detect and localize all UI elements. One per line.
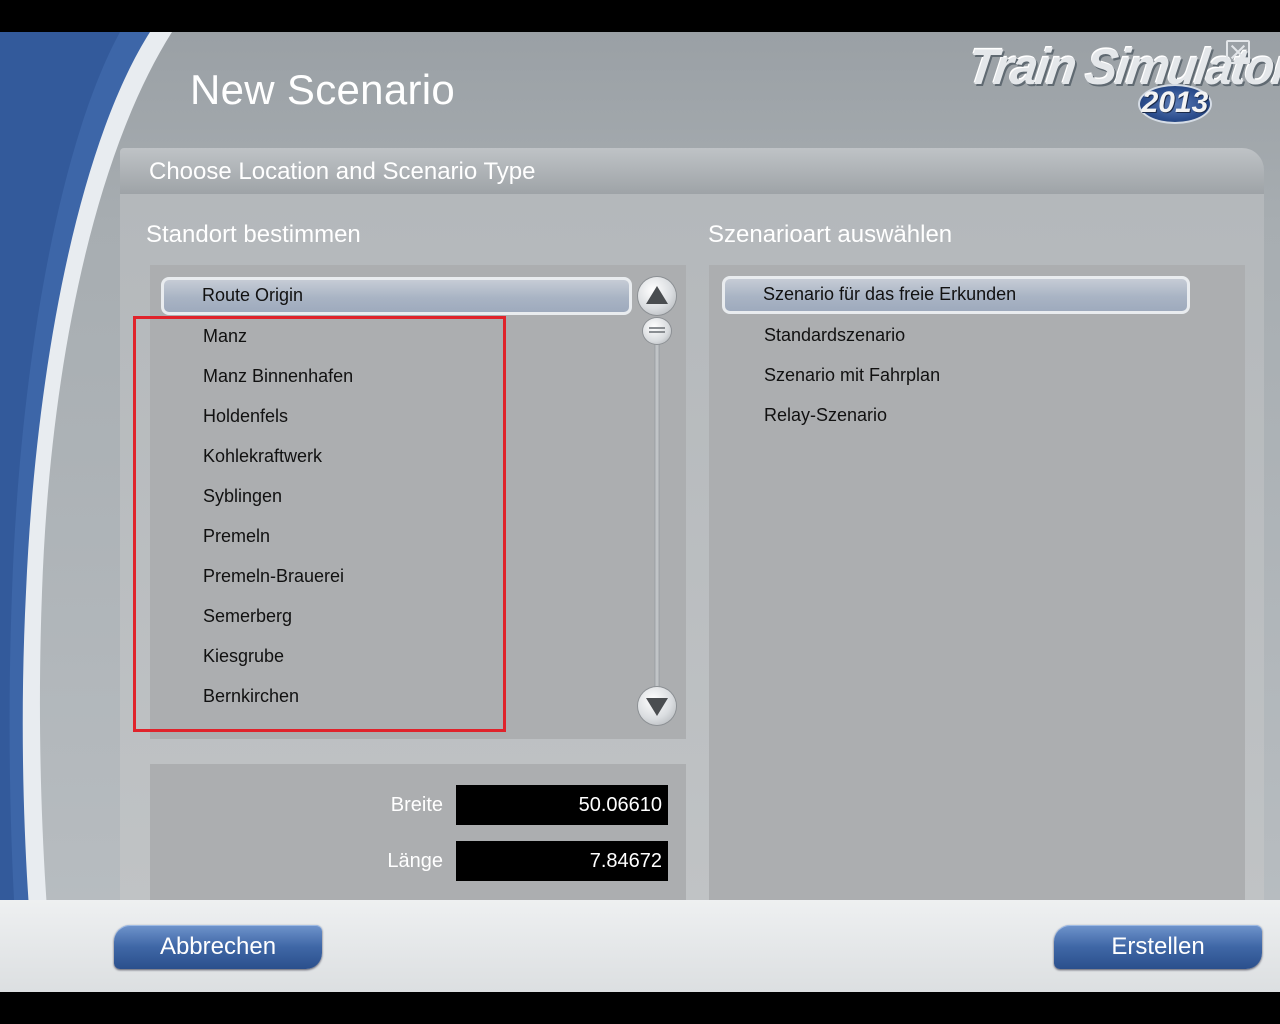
scroll-down-button[interactable] [638,687,676,725]
longitude-value: 7.84672 [456,841,668,881]
scenario-type-item-timetabled[interactable]: Szenario mit Fahrplan [724,357,1190,391]
scrollbar-thumb[interactable] [643,318,671,344]
longitude-label: Länge [387,850,443,872]
cancel-button[interactable]: Abbrechen [114,925,322,969]
page-title: New Scenario [190,66,456,113]
scenario-type-item-standard[interactable]: Standardszenario [724,317,1190,351]
highlight-box [133,316,506,732]
brand-year: 2013 [1138,84,1212,124]
location-heading: Standort bestimmen [146,221,361,248]
section-header: Choose Location and Scenario Type [120,148,1264,194]
latitude-value: 50.06610 [456,785,668,825]
scenario-type-item-free-roam[interactable]: Szenario für das freie Erkunden [722,276,1190,314]
scroll-up-button[interactable] [638,277,676,315]
scrollbar-track[interactable] [654,322,660,692]
triangle-up-icon [646,286,668,304]
scenario-type-item-relay[interactable]: Relay-Szenario [724,397,1190,431]
close-icon[interactable] [1226,40,1250,64]
location-item-route-origin[interactable]: Route Origin [161,277,632,315]
triangle-down-icon [646,698,668,716]
scenario-type-heading: Szenarioart auswählen [708,221,953,248]
create-button[interactable]: Erstellen [1054,925,1262,969]
section-title: Choose Location and Scenario Type [149,158,536,185]
brand-logo: Train Simulator 2013 [964,40,1280,130]
latitude-label: Breite [390,794,443,816]
